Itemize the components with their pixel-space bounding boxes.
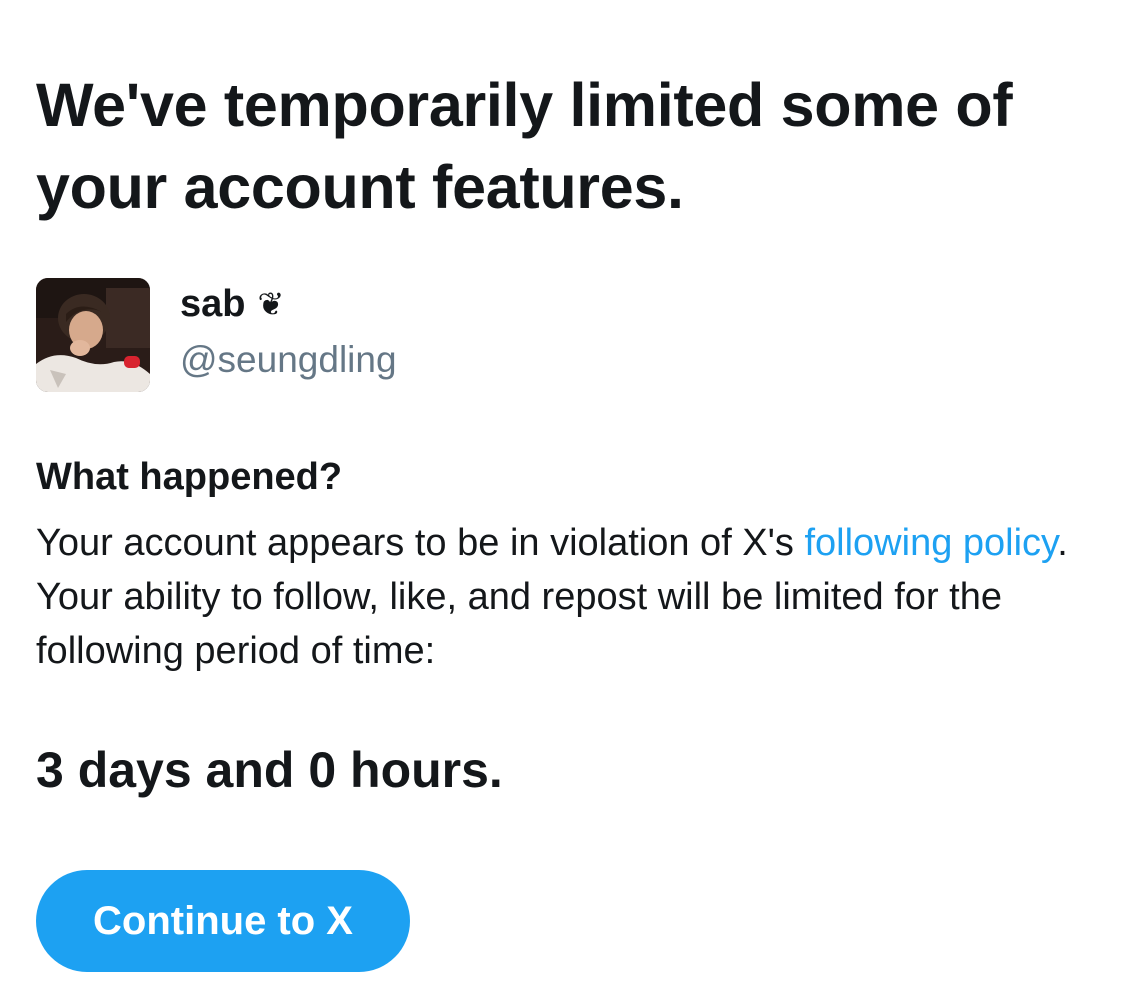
description-text: Your account appears to be in violation … [36,522,805,564]
continue-button[interactable]: Continue to X [36,870,410,972]
username-handle: @seungdling [180,339,397,380]
avatar [36,278,150,392]
violation-description: Your account appears to be in violation … [36,516,1096,678]
section-title: What happened? [36,456,343,498]
heart-ornament-icon: ❦ [257,285,285,323]
following-policy-link[interactable]: following policy [804,522,1057,564]
account-profile: sab ❦ @seungdling [36,278,1096,392]
profile-text: sab ❦ @seungdling [180,278,397,382]
restriction-duration: 3 days and 0 hours. [36,742,503,798]
page-title: We've temporarily limited some of your a… [36,71,1013,221]
display-name: sab [180,283,246,325]
limited-account-notice: We've temporarily limited some of your a… [36,64,1096,972]
display-name-row: sab ❦ [180,282,397,326]
